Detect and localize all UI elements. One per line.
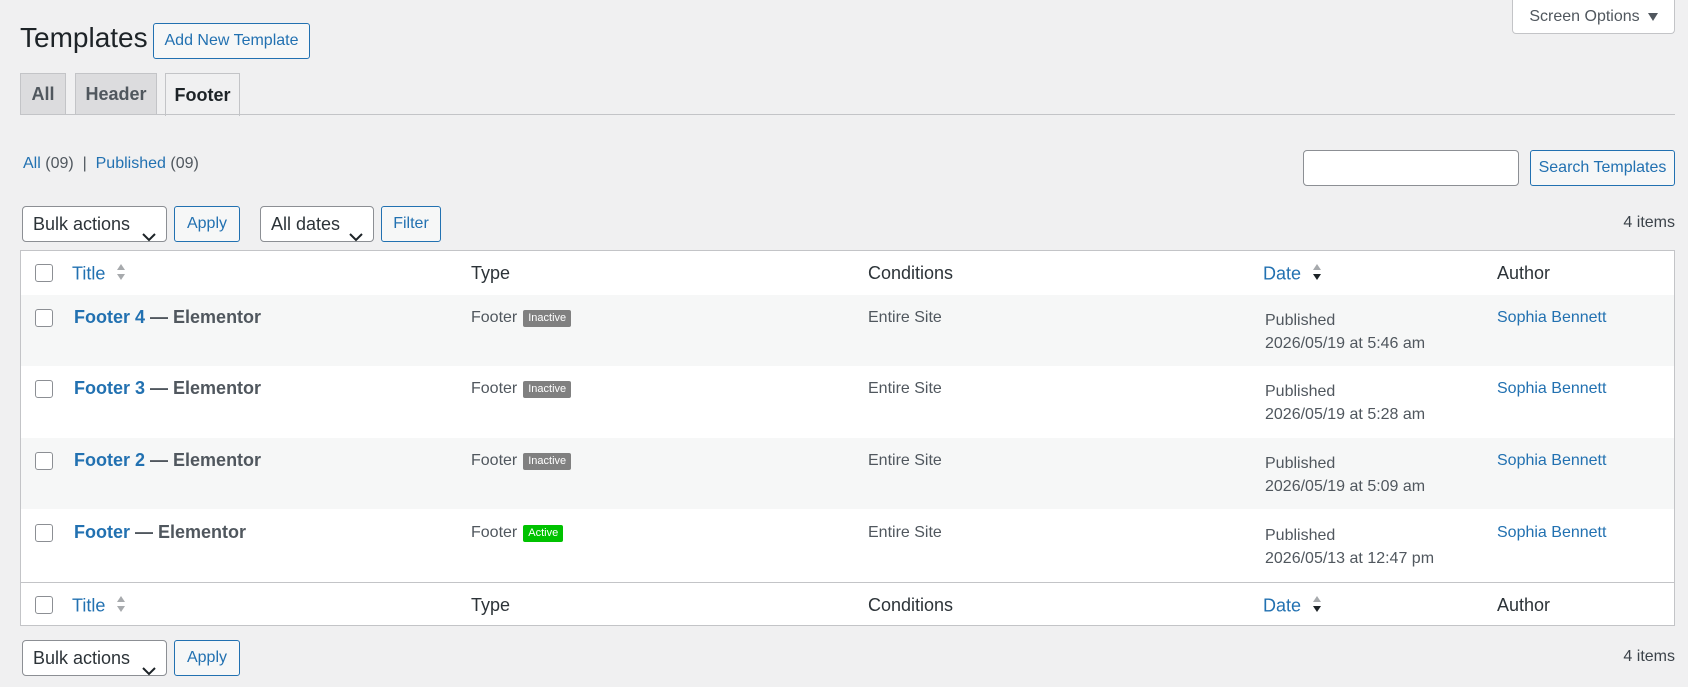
add-new-template-button[interactable]: Add New Template <box>153 23 310 59</box>
table-row: Footer 2 — Elementor Footer Inactive Ent… <box>21 438 1674 509</box>
screen-options-button[interactable]: Screen Options <box>1512 0 1675 34</box>
dates-filter-select[interactable]: All dates <box>260 206 374 242</box>
status-badge: Inactive <box>523 309 572 327</box>
row-checkbox[interactable] <box>35 524 53 542</box>
status-badge: Inactive <box>523 380 572 398</box>
row-conditions: Entire Site <box>868 380 942 397</box>
sort-icon <box>116 263 126 286</box>
items-count-bottom: 4 items <box>1623 648 1675 665</box>
row-date: Published 2026/05/19 at 5:09 am <box>1265 455 1426 495</box>
table-row: Footer 4 — Elementor Footer Inactive Ent… <box>21 295 1674 366</box>
sort-desc-icon <box>1312 595 1322 618</box>
column-type-footer: Type <box>471 595 511 615</box>
apply-button[interactable]: Apply <box>174 206 240 242</box>
row-date: Published 2026/05/19 at 5:28 am <box>1265 383 1426 423</box>
page-title: Templates <box>20 22 148 53</box>
row-checkbox[interactable] <box>35 380 53 398</box>
chevron-down-icon <box>349 219 363 253</box>
view-filters: All (09) | Published (09) <box>23 155 199 173</box>
bulk-actions-select[interactable]: Bulk actions <box>22 206 167 242</box>
row-author-link[interactable]: Sophia Bennett <box>1497 309 1606 327</box>
template-title-link[interactable]: Footer <box>74 522 130 542</box>
tab-footer[interactable]: Footer <box>165 73 240 116</box>
row-type: Footer Active <box>471 524 564 542</box>
templates-table: Title Type Conditions Date Author Footer… <box>20 250 1675 626</box>
view-all-count: (09) <box>45 155 74 172</box>
view-published-count: (09) <box>170 155 199 172</box>
column-author-footer: Author <box>1497 595 1551 615</box>
filter-button[interactable]: Filter <box>381 206 441 242</box>
chevron-down-icon <box>142 653 156 687</box>
row-title: Footer 2 — Elementor <box>74 450 262 470</box>
row-type: Footer Inactive <box>471 309 572 327</box>
column-date-sortable-footer[interactable]: Date <box>1263 595 1322 618</box>
view-all-link[interactable]: All <box>23 155 41 172</box>
table-header: Title Type Conditions Date Author <box>21 251 1674 296</box>
row-type: Footer Inactive <box>471 380 572 398</box>
row-conditions: Entire Site <box>868 309 942 326</box>
row-conditions: Entire Site <box>868 452 942 469</box>
column-conditions: Conditions <box>868 263 954 283</box>
tabs-divider <box>20 114 1675 115</box>
row-checkbox[interactable] <box>35 309 53 327</box>
row-title: Footer — Elementor <box>74 522 247 542</box>
tab-all[interactable]: All <box>20 73 66 115</box>
row-conditions: Entire Site <box>868 524 942 541</box>
column-title-sortable[interactable]: Title <box>72 263 126 286</box>
tab-header[interactable]: Header <box>75 73 157 115</box>
row-date: Published 2026/05/19 at 5:46 am <box>1265 312 1426 352</box>
search-input[interactable] <box>1303 150 1519 186</box>
chevron-down-icon <box>142 219 156 253</box>
table-row: Footer 3 — Elementor Footer Inactive Ent… <box>21 366 1674 437</box>
items-count-top: 4 items <box>1623 214 1675 231</box>
sort-desc-icon <box>1312 263 1322 286</box>
row-title: Footer 4 — Elementor <box>74 307 262 327</box>
column-conditions-footer: Conditions <box>868 595 954 615</box>
caret-down-icon <box>1647 8 1658 26</box>
bulk-actions-select-bottom[interactable]: Bulk actions <box>22 640 167 676</box>
apply-button-bottom[interactable]: Apply <box>174 640 240 676</box>
row-date: Published 2026/05/13 at 12:47 pm <box>1265 527 1435 567</box>
select-all-checkbox-footer[interactable] <box>35 596 53 614</box>
column-date-sortable[interactable]: Date <box>1263 263 1322 286</box>
column-author: Author <box>1497 263 1551 283</box>
row-author-link[interactable]: Sophia Bennett <box>1497 452 1606 470</box>
column-type: Type <box>471 263 511 283</box>
table-row: Footer — Elementor Footer Active Entire … <box>21 510 1674 581</box>
select-all-checkbox[interactable] <box>35 264 53 282</box>
row-title: Footer 3 — Elementor <box>74 378 262 398</box>
status-badge: Active <box>523 524 564 542</box>
column-title-sortable-footer[interactable]: Title <box>72 595 126 618</box>
row-checkbox[interactable] <box>35 452 53 470</box>
row-author-link[interactable]: Sophia Bennett <box>1497 380 1606 398</box>
row-type: Footer Inactive <box>471 452 572 470</box>
row-author-link[interactable]: Sophia Bennett <box>1497 524 1606 542</box>
search-templates-button[interactable]: Search Templates <box>1530 150 1675 186</box>
sort-icon <box>116 595 126 618</box>
view-published-link[interactable]: Published <box>96 155 166 172</box>
view-separator: | <box>82 155 87 172</box>
screen-options-label: Screen Options <box>1529 7 1640 25</box>
template-title-link[interactable]: Footer 2 <box>74 450 145 470</box>
table-footer: Title Type Conditions Date Author <box>21 582 1674 627</box>
template-title-link[interactable]: Footer 3 <box>74 378 145 398</box>
template-title-link[interactable]: Footer 4 <box>74 307 145 327</box>
status-badge: Inactive <box>523 452 572 470</box>
